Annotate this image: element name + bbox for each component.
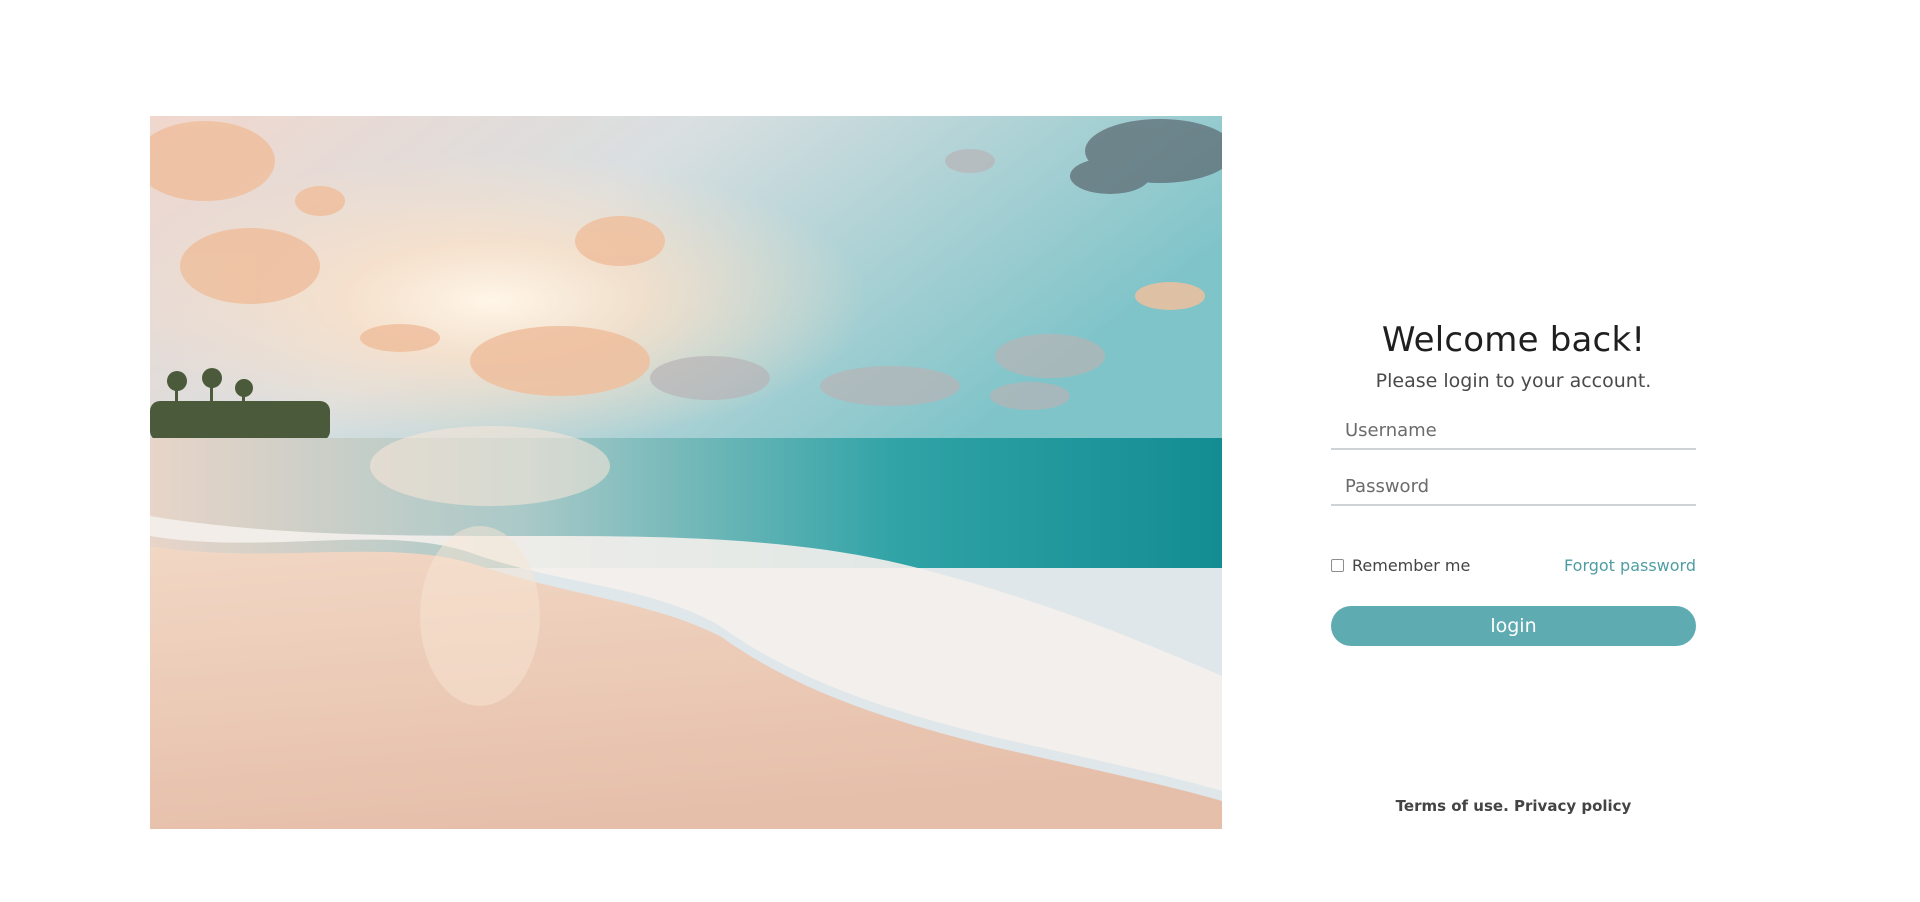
login-button[interactable]: login xyxy=(1331,606,1696,646)
login-form: Remember me Forgot password login xyxy=(1331,412,1696,646)
password-input[interactable] xyxy=(1331,468,1696,504)
welcome-title: Welcome back! xyxy=(1381,320,1646,360)
beach-sunset-image xyxy=(150,116,1222,829)
terms-of-use-link[interactable]: Terms of use. xyxy=(1396,797,1509,815)
forgot-password-link[interactable]: Forgot password xyxy=(1564,556,1696,575)
login-panel: Welcome back! Please login to your accou… xyxy=(1331,320,1696,646)
password-field-wrapper xyxy=(1331,468,1696,506)
login-options: Remember me Forgot password xyxy=(1331,554,1696,576)
remember-me-checkbox[interactable] xyxy=(1331,558,1344,572)
username-input[interactable] xyxy=(1331,412,1696,448)
legal-links: Terms of use. Privacy policy xyxy=(1331,797,1696,815)
login-page: Welcome back! Please login to your accou… xyxy=(0,0,1920,902)
username-field-wrapper xyxy=(1331,412,1696,450)
remember-me-label: Remember me xyxy=(1352,555,1471,575)
beach-sunset-photo xyxy=(150,116,1222,829)
privacy-policy-link[interactable]: Privacy policy xyxy=(1514,797,1631,815)
login-subtitle: Please login to your account. xyxy=(1375,370,1652,392)
remember-me-toggle[interactable]: Remember me xyxy=(1331,556,1470,575)
